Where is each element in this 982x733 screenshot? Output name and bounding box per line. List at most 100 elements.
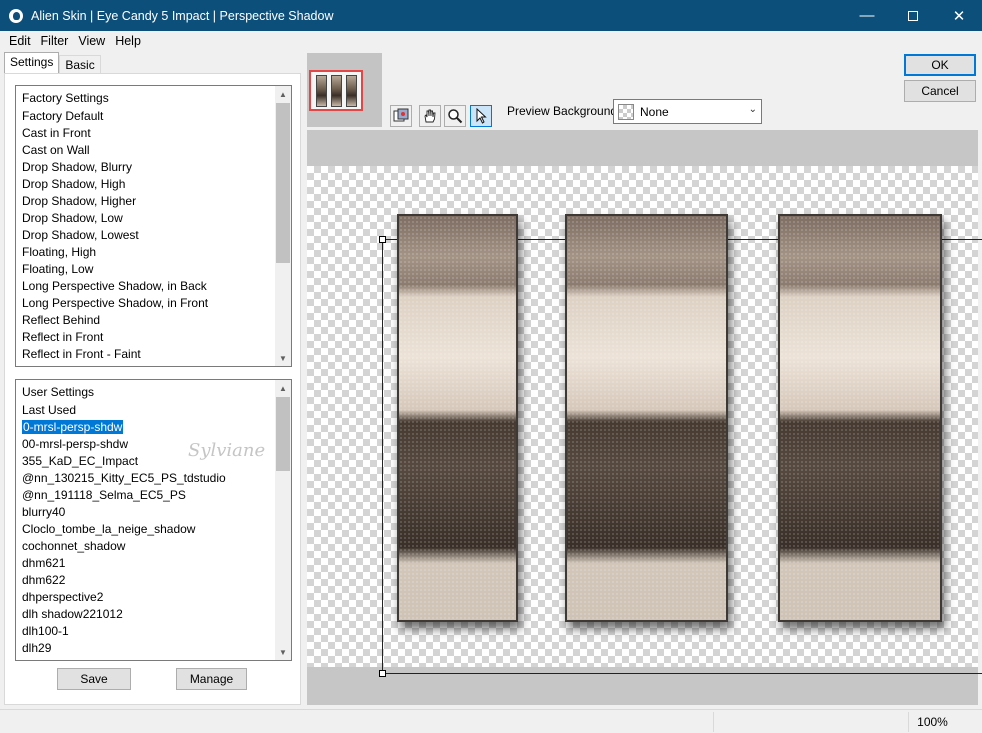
factory-setting-item-label: Cast on Wall: [22, 143, 90, 157]
preview-background-select[interactable]: None ⌄: [613, 99, 762, 124]
user-setting-item[interactable]: blurry40: [16, 504, 291, 521]
factory-scrollbar[interactable]: ▲ ▼: [275, 86, 291, 366]
factory-settings-list[interactable]: Factory Settings Factory Default Cast in …: [15, 85, 292, 367]
scroll-up-icon[interactable]: ▲: [275, 86, 291, 102]
factory-settings-header: Factory Settings: [22, 91, 109, 105]
factory-setting-item-label: Long Perspective Shadow, in Back: [22, 279, 207, 293]
minimize-icon: —: [859, 7, 875, 24]
ok-button[interactable]: OK: [904, 54, 976, 76]
user-setting-item[interactable]: dlh shadow221012: [16, 606, 291, 623]
factory-setting-item[interactable]: Drop Shadow, Lowest: [16, 227, 291, 244]
factory-setting-item[interactable]: Drop Shadow, High: [16, 176, 291, 193]
user-setting-item-label: 00-mrsl-persp-shdw: [22, 437, 129, 451]
user-setting-item[interactable]: @nn_130215_Kitty_EC5_PS_tdstudio: [16, 470, 291, 487]
close-button[interactable]: ✕: [936, 0, 982, 31]
user-setting-item[interactable]: @nn_191118_Selma_EC5_PS: [16, 487, 291, 504]
factory-setting-item[interactable]: Cast in Front: [16, 125, 291, 142]
factory-setting-item[interactable]: Floating, Low: [16, 261, 291, 278]
menu-help[interactable]: Help: [110, 34, 146, 48]
zoom-tool-icon: [448, 109, 463, 124]
factory-setting-item[interactable]: Cast on Wall: [16, 142, 291, 159]
factory-setting-item-label: Reflect in Front - Faint: [22, 347, 141, 361]
close-icon: ✕: [952, 7, 966, 25]
user-setting-item-label: dlh29: [22, 641, 52, 655]
zoom-level: 100%: [908, 712, 956, 732]
select-tool-button[interactable]: [470, 105, 492, 127]
user-setting-item-label: dlh shadow221012: [22, 607, 123, 621]
factory-setting-item-label: Drop Shadow, High: [22, 177, 126, 191]
factory-setting-item-label: Floating, Low: [22, 262, 94, 276]
menu-filter[interactable]: Filter: [36, 34, 74, 48]
factory-setting-item[interactable]: Drop Shadow, Blurry: [16, 159, 291, 176]
hand-tool-button[interactable]: [419, 105, 441, 127]
image-strip-middle: [565, 214, 728, 622]
user-setting-item-label: dlh100-1: [22, 624, 69, 638]
user-scroll-thumb[interactable]: [276, 397, 290, 471]
user-setting-item-label: @nn_130215_Kitty_EC5_PS_tdstudio: [22, 471, 226, 485]
factory-setting-item-label: Drop Shadow, Low: [22, 211, 123, 225]
user-settings-list[interactable]: User Settings Last Used 0-mrsl-persp-shdw…: [15, 379, 292, 661]
manage-button[interactable]: Manage: [176, 668, 247, 690]
factory-setting-item[interactable]: Drop Shadow, Higher: [16, 193, 291, 210]
preview-canvas[interactable]: [307, 130, 982, 705]
menu-bar: Edit Filter View Help: [0, 31, 982, 51]
save-button[interactable]: Save: [57, 668, 131, 690]
app-logo-icon[interactable]: [9, 8, 23, 23]
preview-background-value: None: [640, 104, 669, 119]
maximize-button[interactable]: [890, 0, 936, 31]
user-setting-item[interactable]: dhm621: [16, 555, 291, 572]
factory-setting-item[interactable]: Factory Default: [16, 108, 291, 125]
factory-setting-item[interactable]: Long Perspective Shadow, in Back: [16, 278, 291, 295]
user-setting-item-label: cochonnet_shadow: [22, 539, 126, 553]
user-setting-item[interactable]: Cloclo_tombe_la_neige_shadow: [16, 521, 291, 538]
selection-handle-top-left[interactable]: [379, 236, 386, 243]
cancel-button[interactable]: Cancel: [904, 80, 976, 102]
preview-toggle-icon: [393, 108, 409, 122]
factory-setting-item-label: Reflect in Front: [22, 330, 104, 344]
navigator-thumbnail[interactable]: [307, 53, 382, 127]
menu-edit[interactable]: Edit: [4, 34, 36, 48]
tab-settings[interactable]: Settings: [4, 52, 60, 73]
transparency-swatch-icon: [618, 103, 634, 120]
user-setting-item-label: dhm622: [22, 573, 66, 587]
scroll-down-icon[interactable]: ▼: [275, 350, 291, 366]
factory-setting-item[interactable]: Reflect in Front - Faint: [16, 346, 291, 363]
user-setting-item[interactable]: dlh100-1: [16, 623, 291, 640]
factory-setting-item[interactable]: Reflect Behind: [16, 312, 291, 329]
factory-setting-item-label: Drop Shadow, Higher: [22, 194, 137, 208]
zoom-tool-button[interactable]: [444, 105, 466, 127]
factory-setting-item[interactable]: Long Perspective Shadow, in Front: [16, 295, 291, 312]
scroll-up-icon[interactable]: ▲: [275, 380, 291, 396]
image-strip-right: [778, 214, 942, 622]
factory-setting-item-label: Reflect Behind: [22, 313, 101, 327]
factory-setting-item[interactable]: Reflect in Front: [16, 329, 291, 346]
user-setting-item-label: Cloclo_tombe_la_neige_shadow: [22, 522, 196, 536]
scroll-down-icon[interactable]: ▼: [275, 644, 291, 660]
user-setting-item[interactable]: 0-mrsl-persp-shdw: [16, 419, 291, 436]
navigator-viewport[interactable]: [309, 70, 363, 111]
menu-view[interactable]: View: [73, 34, 110, 48]
user-setting-item[interactable]: dlh29: [16, 640, 291, 657]
user-setting-item-label: blurry40: [22, 505, 66, 519]
user-setting-item[interactable]: dhperspective2: [16, 589, 291, 606]
selection-handle-bottom-left[interactable]: [379, 670, 386, 677]
minimize-button[interactable]: —: [844, 0, 890, 31]
tab-basic[interactable]: Basic: [59, 55, 101, 73]
user-setting-item-label: dhm621: [22, 556, 66, 570]
status-bar: 100%: [0, 709, 982, 733]
factory-setting-item[interactable]: Drop Shadow, Low: [16, 210, 291, 227]
user-setting-item[interactable]: cochonnet_shadow: [16, 538, 291, 555]
factory-setting-item[interactable]: Floating, High: [16, 244, 291, 261]
factory-scroll-thumb[interactable]: [276, 103, 290, 263]
user-setting-item-label: Last Used: [22, 403, 77, 417]
settings-tabs: Settings Basic: [4, 52, 101, 73]
user-scrollbar[interactable]: ▲ ▼: [275, 380, 291, 660]
user-setting-item[interactable]: dhm622: [16, 572, 291, 589]
dropdown-arrow-icon: ⌄: [748, 104, 757, 115]
user-setting-item-label: 355_KaD_EC_Impact: [22, 454, 139, 468]
preview-toggle-button[interactable]: [390, 105, 412, 127]
user-setting-item[interactable]: Last Used: [16, 402, 291, 419]
factory-setting-item-label: Drop Shadow, Lowest: [22, 228, 139, 242]
preview-background-label: Preview Background:: [507, 104, 621, 118]
user-setting-item-label: @nn_191118_Selma_EC5_PS: [22, 488, 186, 502]
